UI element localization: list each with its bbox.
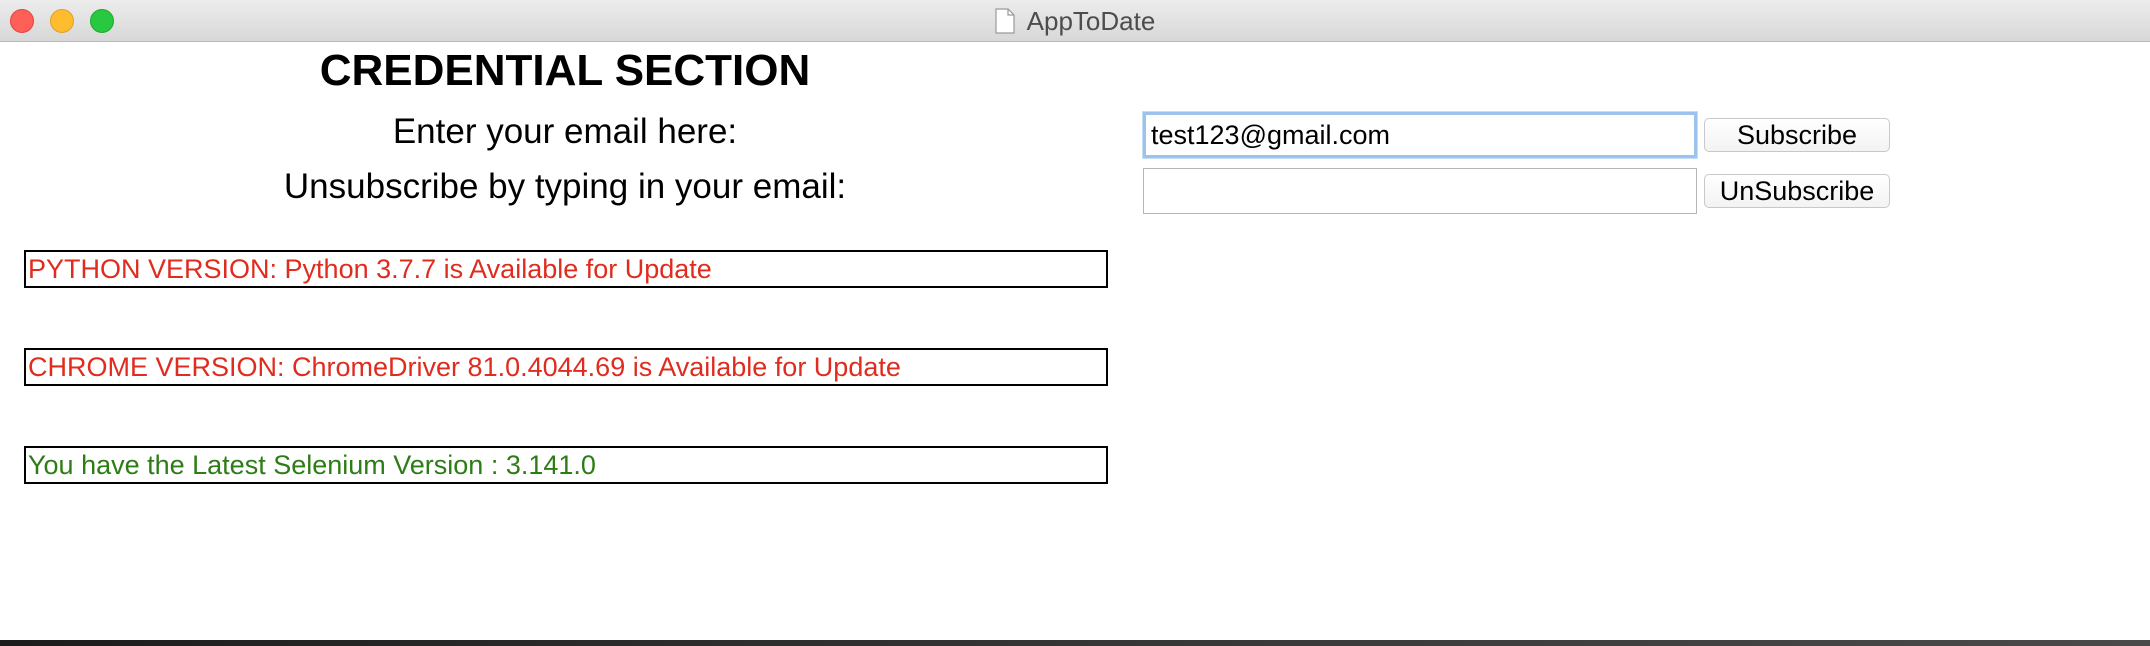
unsubscribe-button[interactable]: UnSubscribe (1704, 174, 1890, 208)
title-bar[interactable]: AppToDate (0, 0, 2150, 42)
python-version-status: PYTHON VERSION: Python 3.7.7 is Availabl… (24, 250, 1108, 288)
unsubscribe-email-input[interactable] (1143, 168, 1697, 214)
selenium-version-status: You have the Latest Selenium Version : 3… (24, 446, 1108, 484)
subscribe-button[interactable]: Subscribe (1704, 118, 1890, 152)
window-title: AppToDate (1026, 5, 1156, 36)
credential-section-heading: CREDENTIAL SECTION (319, 46, 811, 95)
desktop-background-strip (0, 640, 2150, 646)
window-title-group: AppToDate (0, 0, 2150, 42)
chrome-version-status: CHROME VERSION: ChromeDriver 81.0.4044.6… (24, 348, 1108, 386)
email-label: Enter your email here: (392, 112, 738, 151)
document-icon (995, 8, 1015, 34)
email-input[interactable] (1143, 112, 1697, 158)
unsubscribe-label: Unsubscribe by typing in your email: (283, 167, 847, 206)
app-window: AppToDate CREDENTIAL SECTION Enter your … (0, 0, 2150, 640)
